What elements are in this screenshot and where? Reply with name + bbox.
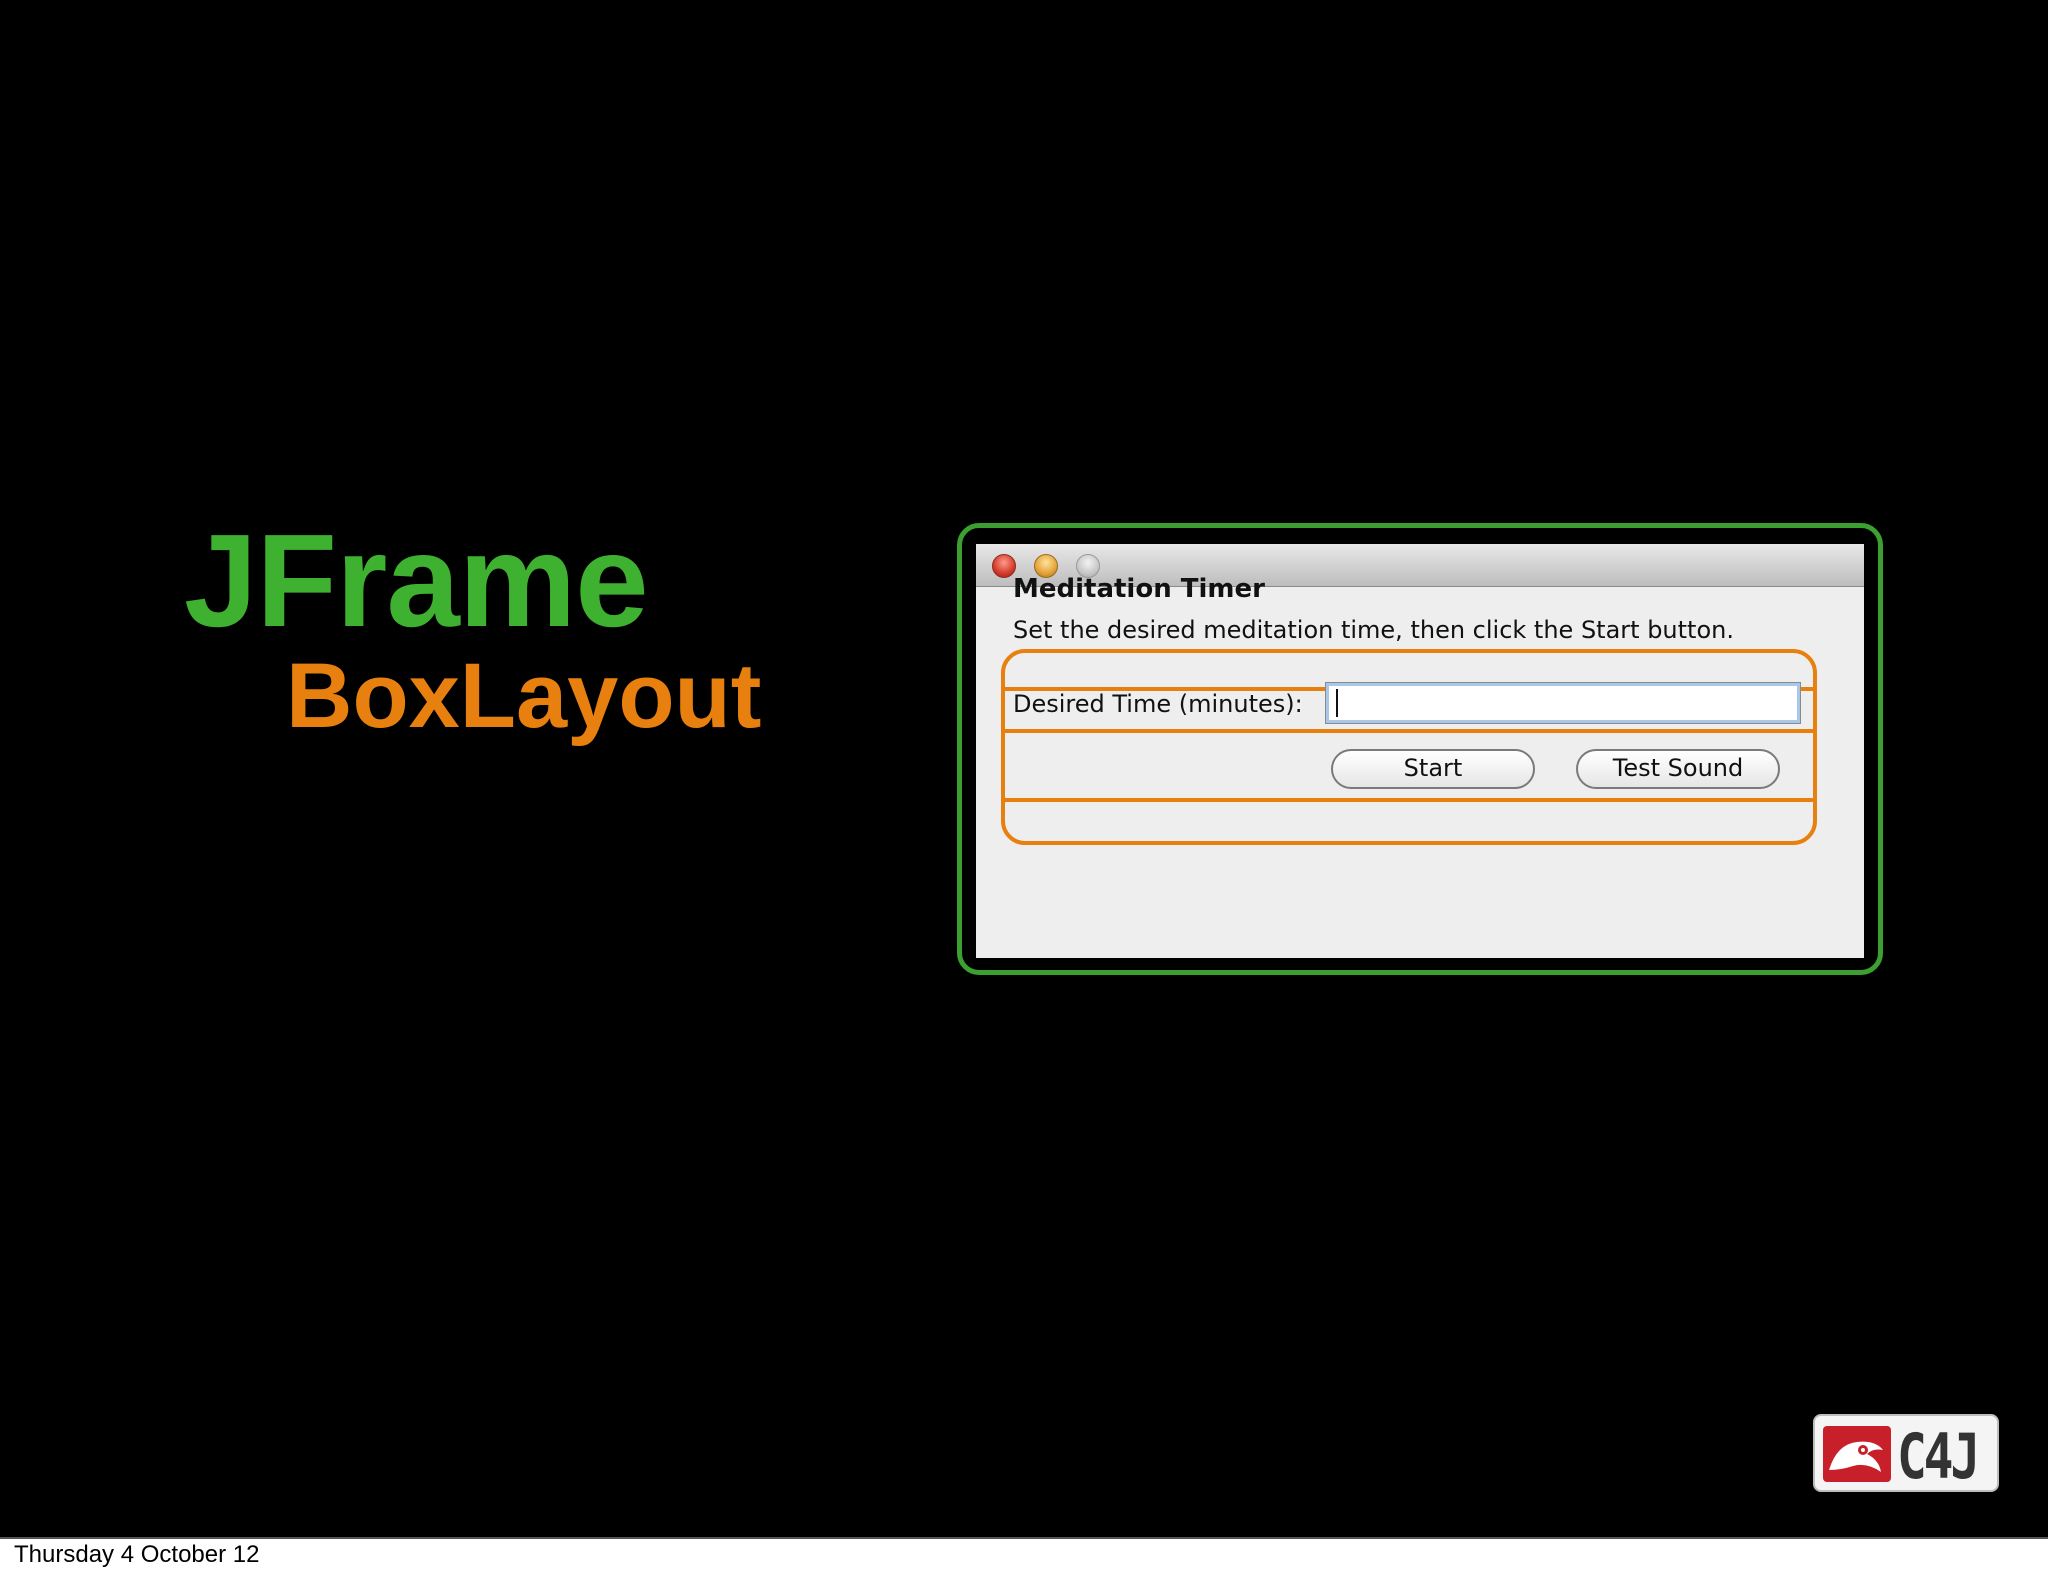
- description-label: Set the desired meditation time, then cl…: [1013, 616, 1734, 644]
- start-button[interactable]: Start: [1331, 749, 1535, 789]
- boxlayout-divider: [1001, 798, 1817, 802]
- heading-label: Meditation Timer: [1013, 574, 1265, 604]
- title-jframe: JFrame: [184, 507, 649, 654]
- app-window: Meditation Timer Set the desired meditat…: [976, 544, 1864, 958]
- desired-time-input[interactable]: [1325, 682, 1801, 724]
- title-boxlayout: BoxLayout: [286, 645, 762, 747]
- footer-strip: [0, 1537, 2048, 1576]
- text-caret: [1336, 689, 1338, 717]
- desired-time-label: Desired Time (minutes):: [1013, 690, 1303, 718]
- test-sound-button[interactable]: Test Sound: [1576, 749, 1780, 789]
- c4j-logo-text: C4J: [1897, 1420, 1980, 1492]
- boxlayout-outline: [1001, 649, 1817, 845]
- slide-background: JFrame BoxLayout Meditation Timer Set th…: [0, 0, 2048, 1537]
- footer-date: Thursday 4 October 12: [14, 1541, 260, 1568]
- boxlayout-divider: [1001, 729, 1817, 733]
- window-content: Meditation Timer Set the desired meditat…: [976, 574, 1864, 958]
- c4j-logo-icon: [1823, 1426, 1891, 1482]
- c4j-logo: C4J: [1813, 1414, 1999, 1492]
